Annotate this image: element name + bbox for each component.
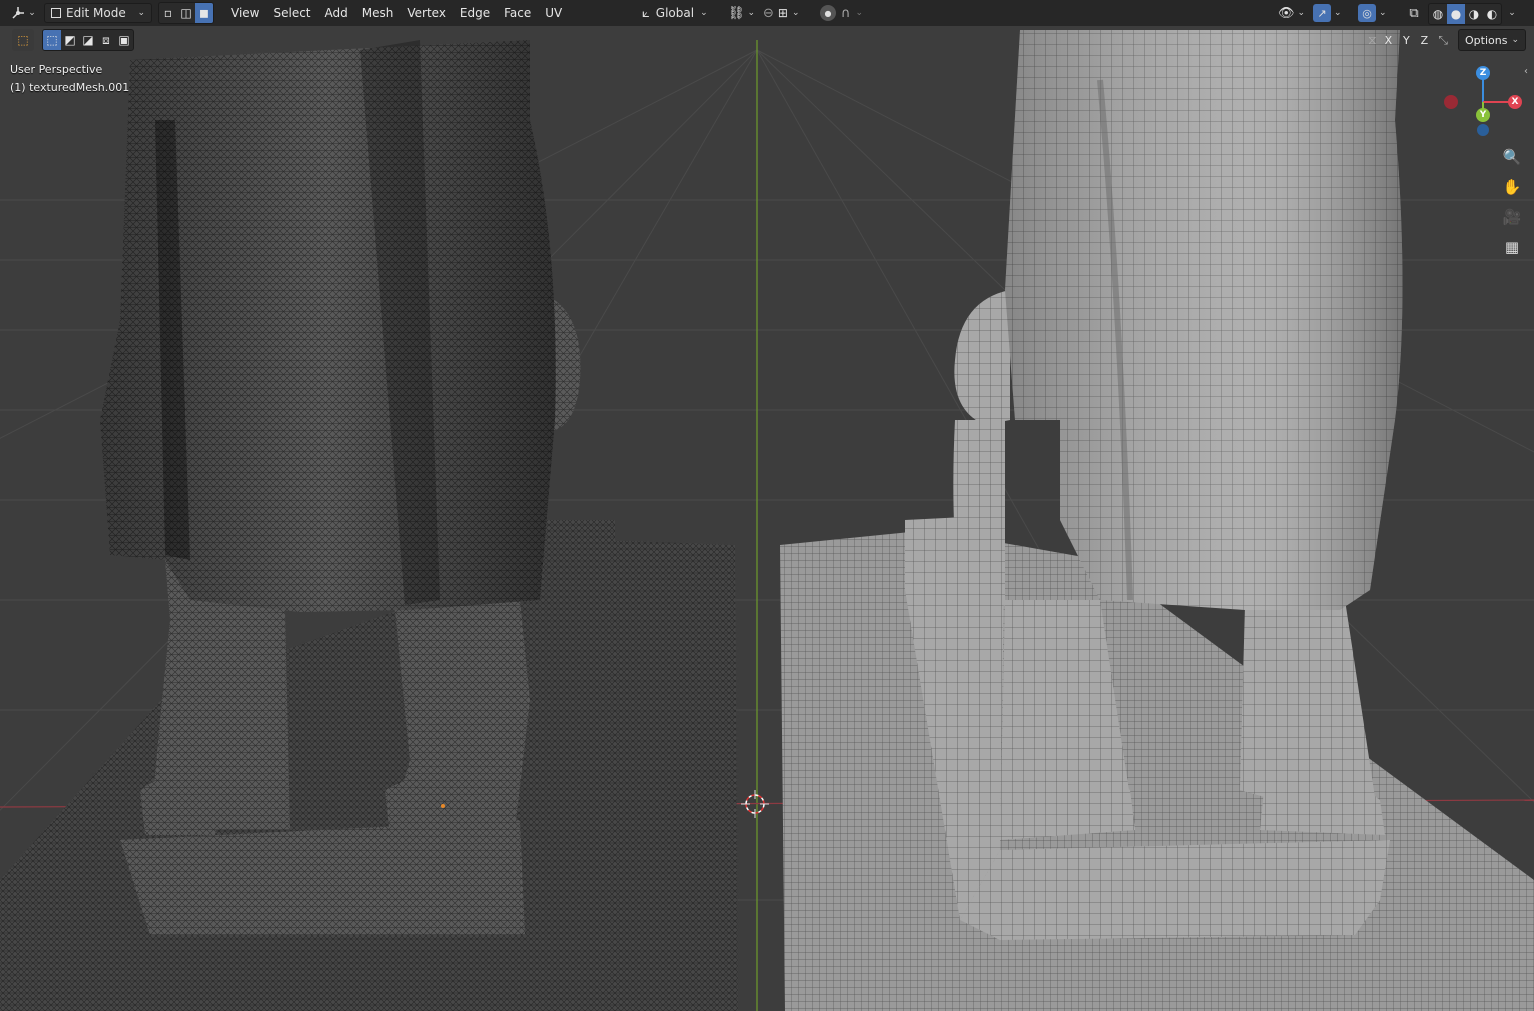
pan-button[interactable]: ✋ [1500, 175, 1524, 199]
solid-shading-icon[interactable]: ● [1447, 4, 1465, 24]
mirror-icon: ⧖ [1367, 32, 1377, 47]
transform-orientation-dropdown[interactable]: ⟀ Global ⌄ [642, 3, 708, 23]
chevron-down-icon[interactable]: ⌄ [856, 8, 864, 18]
subtract-selection-icon[interactable]: ◪ [79, 30, 97, 50]
pivot-dropdown[interactable]: ⛓ ⌄ [728, 3, 755, 23]
editor-type-button[interactable]: ⌄ [8, 3, 38, 23]
visibility-dropdown[interactable]: 👁 ⌄ [1278, 3, 1305, 23]
vertex-select-icon[interactable]: ▫ [159, 3, 177, 23]
menu-select[interactable]: Select [266, 6, 317, 20]
eye-icon: 👁 [1278, 5, 1295, 21]
gizmo-icon: ↗ [1313, 4, 1331, 22]
topology-mirror-icon[interactable]: ⤡ [1438, 33, 1448, 48]
gizmo-neg-x-axis[interactable] [1444, 95, 1458, 109]
orientation-label: Global [655, 6, 695, 20]
gizmo-x-axis[interactable]: X [1508, 95, 1522, 109]
tool-settings-right: ⧖ X Y Z ⤡ Options ⌄ [1368, 28, 1526, 52]
perspective-toggle-button[interactable]: ▦ [1500, 235, 1524, 259]
snap-toggle-icon[interactable]: ⊖ [763, 6, 774, 21]
3d-viewport[interactable]: ⌄ Edit Mode ⌄ ▫ ◫ ◼ View Select Add Mesh… [0, 0, 1534, 1011]
intersect-selection-icon[interactable]: ▣ [115, 30, 133, 50]
edge-select-icon[interactable]: ◫ [177, 3, 195, 23]
mirror-z-toggle[interactable]: Z [1416, 34, 1432, 47]
axis-gizmo-icon [12, 7, 25, 19]
snap-controls: ⊖ ⊞ ⌄ [763, 3, 800, 23]
tool-settings-left: ⬚ ⬚ ◩ ◪ ⧈ ▣ [12, 28, 134, 52]
falloff-icon[interactable]: ∩ [841, 6, 851, 21]
menu-add[interactable]: Add [318, 6, 355, 20]
xray-toggle[interactable]: ⧉ [1404, 3, 1424, 23]
viewport-header: ⌄ Edit Mode ⌄ ▫ ◫ ◼ View Select Add Mesh… [0, 0, 1534, 26]
grid-icon: ▦ [1504, 238, 1520, 256]
material-shading-icon[interactable]: ◑ [1465, 4, 1483, 24]
orientation-icon: ⟀ [642, 5, 650, 21]
chevron-down-icon: ⌄ [28, 8, 36, 18]
chevron-down-icon: ⌄ [1334, 8, 1342, 18]
menu-edge[interactable]: Edge [453, 6, 497, 20]
header-menus: View Select Add Mesh Vertex Edge Face UV [224, 6, 569, 20]
gizmo-y-axis[interactable]: Y [1476, 108, 1490, 122]
menu-mesh[interactable]: Mesh [355, 6, 401, 20]
shading-dropdown[interactable]: ⌄ [1506, 3, 1518, 23]
chevron-down-icon[interactable]: ⌄ [792, 8, 800, 18]
zoom-icon: 🔍 [1502, 148, 1522, 166]
chevron-down-icon: ⌄ [137, 8, 145, 18]
menu-face[interactable]: Face [497, 6, 538, 20]
mirror-x-toggle[interactable]: X [1380, 34, 1396, 47]
sidebar-toggle-icon[interactable]: ‹ [1524, 66, 1528, 77]
proportional-edit: ● ∩ ⌄ [820, 3, 863, 23]
gizmo-neg-z-axis[interactable] [1477, 124, 1489, 136]
options-dropdown[interactable]: Options ⌄ [1458, 29, 1526, 51]
mode-dropdown[interactable]: Edit Mode ⌄ [44, 3, 152, 23]
navigation-gizmo[interactable]: Z X Y [1440, 62, 1530, 142]
chevron-down-icon: ⌄ [1508, 8, 1516, 18]
viewport-info: User Perspective (1) texturedMesh.001 [10, 61, 129, 97]
menu-view[interactable]: View [224, 6, 266, 20]
options-label: Options [1465, 33, 1508, 47]
face-select-icon[interactable]: ◼ [195, 3, 213, 23]
selection-mode-group: ⬚ ◩ ◪ ⧈ ▣ [42, 29, 134, 51]
rendered-shading-icon[interactable]: ◐ [1483, 4, 1501, 24]
edit-mode-icon [51, 8, 61, 18]
hand-icon: ✋ [1502, 178, 1522, 196]
chevron-down-icon: ⌄ [1379, 8, 1387, 18]
shading-modes: ◍ ● ◑ ◐ [1428, 3, 1502, 25]
menu-uv[interactable]: UV [538, 6, 569, 20]
zoom-button[interactable]: 🔍 [1500, 145, 1524, 169]
chevron-down-icon: ⌄ [700, 8, 708, 18]
difference-selection-icon[interactable]: ⧈ [97, 30, 115, 50]
gizmo-toggle[interactable]: ↗ ⌄ [1313, 3, 1342, 23]
view-name: User Perspective [10, 63, 103, 76]
gizmo-z-axis[interactable]: Z [1476, 66, 1490, 80]
camera-icon: 🎥 [1502, 208, 1522, 226]
mirror-y-toggle[interactable]: Y [1398, 34, 1414, 47]
extend-selection-icon[interactable]: ◩ [61, 30, 79, 50]
select-box-tool-icon[interactable]: ⬚ [12, 29, 34, 51]
proportional-edit-icon[interactable]: ● [820, 5, 836, 21]
select-mode-group: ▫ ◫ ◼ [158, 2, 214, 24]
scan-mesh-left [0, 40, 738, 1011]
overlays-toggle[interactable]: ◎ ⌄ [1358, 3, 1387, 23]
snap-target-icon[interactable]: ⊞ [778, 6, 788, 20]
camera-view-button[interactable]: 🎥 [1500, 205, 1524, 229]
wireframe-shading-icon[interactable]: ◍ [1429, 4, 1447, 24]
xray-icon: ⧉ [1409, 5, 1419, 21]
scene-canvas[interactable] [0, 0, 1534, 1011]
chevron-down-icon: ⌄ [1297, 8, 1306, 18]
chevron-down-icon: ⌄ [1511, 35, 1519, 45]
set-selection-icon[interactable]: ⬚ [43, 30, 61, 50]
overlays-icon: ◎ [1358, 4, 1376, 22]
pivot-icon: ⛓ [728, 5, 745, 21]
retopo-mesh-right [780, 30, 1534, 1011]
object-name: (1) texturedMesh.001 [10, 81, 130, 94]
mode-label: Edit Mode [66, 6, 126, 20]
chevron-down-icon: ⌄ [747, 8, 756, 18]
menu-vertex[interactable]: Vertex [400, 6, 453, 20]
